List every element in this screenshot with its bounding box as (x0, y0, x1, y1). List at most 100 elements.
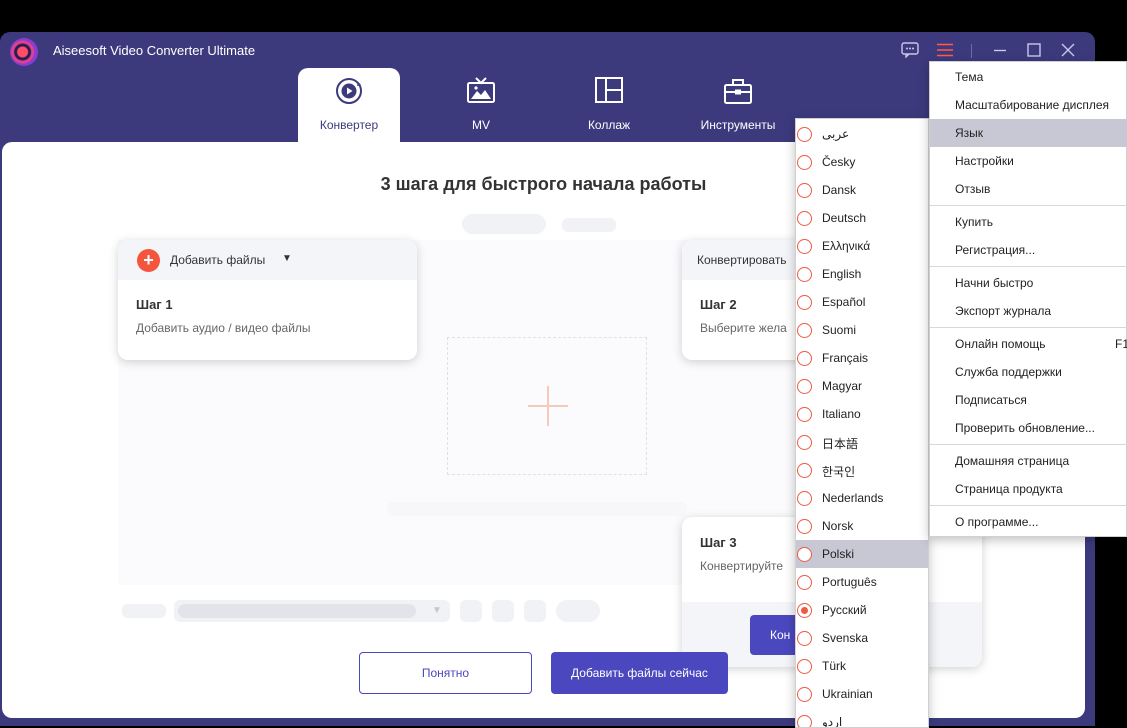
radio-icon (797, 323, 812, 338)
tab-tools[interactable]: Инструменты (688, 68, 788, 142)
menu-item[interactable]: Регистрация... (930, 236, 1127, 264)
radio-icon (797, 267, 812, 282)
speed-off-icon (492, 600, 514, 622)
radio-icon (797, 351, 812, 366)
step2-desc: Выберите жела (700, 321, 787, 335)
language-option[interactable]: Dansk (796, 176, 928, 204)
menu-item-label: Подписаться (955, 393, 1027, 407)
close-icon[interactable] (1058, 40, 1078, 60)
language-label: Česky (822, 155, 856, 169)
radio-icon (797, 183, 812, 198)
add-plus-icon (547, 386, 549, 426)
language-option[interactable]: Polski (796, 540, 928, 568)
radio-icon (797, 603, 812, 618)
radio-icon (797, 547, 812, 562)
feedback-icon[interactable] (900, 40, 920, 60)
language-option[interactable]: Русский (796, 596, 928, 624)
language-option[interactable]: Deutsch (796, 204, 928, 232)
menu-item-label: Тема (955, 70, 984, 84)
menu-item[interactable]: Служба поддержки (930, 358, 1127, 386)
radio-icon (797, 239, 812, 254)
add-circle-icon[interactable]: + (137, 249, 160, 272)
language-label: English (822, 267, 862, 281)
menu-shortcut: F1 (1115, 337, 1127, 351)
menu-item-label: Страница продукта (955, 482, 1063, 496)
radio-icon (797, 127, 812, 142)
menu-item[interactable]: Настройки (930, 147, 1127, 175)
menu-item[interactable]: Проверить обновление... (930, 414, 1127, 442)
language-label: Norsk (822, 519, 854, 533)
menu-item[interactable]: Начни быстро (930, 269, 1127, 297)
language-label: Türk (822, 659, 846, 673)
language-option[interactable]: Español (796, 288, 928, 316)
language-option[interactable]: Magyar (796, 372, 928, 400)
language-option[interactable]: Česky (796, 148, 928, 176)
tab-mv[interactable]: MV (430, 68, 532, 142)
titlebar-divider (971, 44, 972, 58)
radio-icon (797, 631, 812, 646)
menu-item-label: Отзыв (955, 182, 991, 196)
radio-icon (797, 155, 812, 170)
menu-item[interactable]: Масштабирование дисплея (930, 91, 1127, 119)
menu-item[interactable]: Экспорт журнала (930, 297, 1127, 325)
language-option[interactable]: عربى (796, 120, 928, 148)
radio-icon (797, 295, 812, 310)
language-option[interactable]: Français (796, 344, 928, 372)
menu-item[interactable]: Отзыв (930, 175, 1127, 203)
menu-item[interactable]: Тема (930, 63, 1127, 91)
language-label: 한국인 (822, 465, 856, 479)
ok-button[interactable]: Понятно (359, 652, 532, 694)
step1-card: + Добавить файлы ▼ Шаг 1 Добавить аудио … (118, 240, 417, 360)
language-option[interactable]: Türk (796, 652, 928, 680)
step3-title: Шаг 3 (700, 535, 737, 550)
language-option[interactable]: English (796, 260, 928, 288)
language-option[interactable]: Svenska (796, 624, 928, 652)
menu-item[interactable]: Страница продукта (930, 475, 1127, 503)
menu-icon[interactable] (935, 40, 955, 60)
menu-item-label: Проверить обновление... (955, 421, 1095, 435)
language-option[interactable]: Ukrainian (796, 680, 928, 708)
faded-toolbar-tab (562, 218, 616, 232)
language-label: Dansk (822, 183, 857, 197)
tab-label: MV (472, 118, 490, 132)
add-files-label[interactable]: Добавить файлы (170, 253, 265, 267)
minimize-icon[interactable] (990, 40, 1010, 60)
tab-label: Конвертер (319, 118, 379, 132)
tab-label: Коллаж (587, 118, 631, 132)
tab-collage[interactable]: Коллаж (558, 68, 660, 142)
language-option[interactable]: Italiano (796, 400, 928, 428)
language-label: Русский (822, 603, 867, 617)
menu-item[interactable]: Язык (930, 119, 1127, 147)
faded-toolbar-tab (462, 214, 546, 234)
faded-output-label (122, 604, 166, 618)
language-label: Ukrainian (822, 687, 873, 701)
menu-item[interactable]: Купить (930, 208, 1127, 236)
language-option[interactable]: 日本語 (796, 428, 928, 456)
radio-icon (797, 463, 812, 478)
drop-zone[interactable] (447, 337, 647, 475)
add-files-now-button[interactable]: Добавить файлы сейчас (551, 652, 728, 694)
language-option[interactable]: Português (796, 568, 928, 596)
language-option[interactable]: اردو (796, 708, 928, 728)
folder-icon (460, 600, 482, 622)
language-label: Svenska (822, 631, 869, 645)
tab-converter[interactable]: Конвертер (298, 68, 400, 142)
convert-to-label: Конвертировать (697, 253, 787, 267)
language-option[interactable]: 한국인 (796, 456, 928, 484)
step1-title: Шаг 1 (136, 297, 173, 312)
menu-item[interactable]: Онлайн помощь F1 (930, 330, 1127, 358)
menu-item[interactable]: О программе... (930, 508, 1127, 536)
hw-accel-off-icon (524, 600, 546, 622)
maximize-icon[interactable] (1024, 40, 1044, 60)
language-option[interactable]: Norsk (796, 512, 928, 540)
language-option[interactable]: Suomi (796, 316, 928, 344)
language-option[interactable]: Nederlands (796, 484, 928, 512)
language-option[interactable]: Ελληνικά (796, 232, 928, 260)
radio-icon (797, 659, 812, 674)
language-label: Deutsch (822, 211, 867, 225)
menu-item[interactable]: Домашняя страница (930, 447, 1127, 475)
chevron-down-icon[interactable]: ▼ (282, 253, 292, 264)
language-label: اردو (822, 715, 843, 728)
app-title: Aiseesoft Video Converter Ultimate (53, 43, 256, 58)
menu-item[interactable]: Подписаться (930, 386, 1127, 414)
